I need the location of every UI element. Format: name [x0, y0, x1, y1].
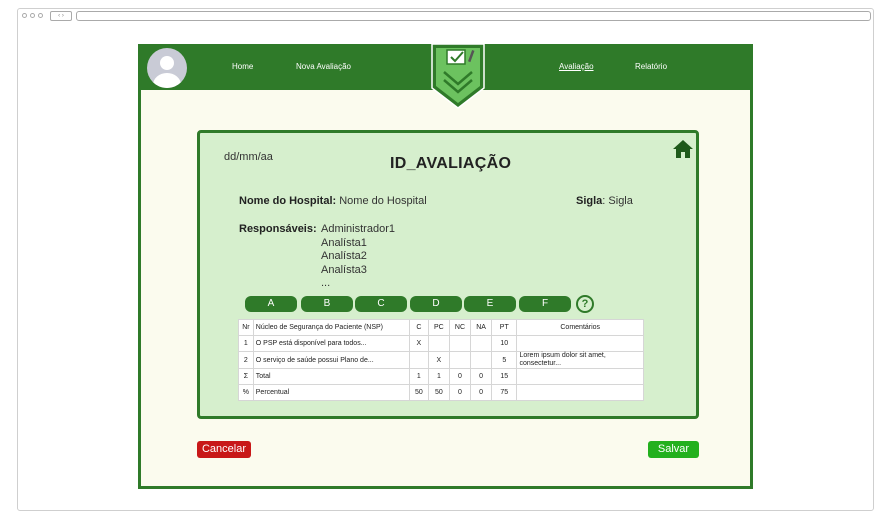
tab-b[interactable]: B: [301, 296, 353, 312]
responsavel-item: Administrador1: [321, 223, 395, 235]
cell-item[interactable]: O serviço de saúde possui Plano de...: [252, 351, 410, 369]
tab-e[interactable]: E: [464, 296, 516, 312]
window-controls: [22, 13, 43, 18]
cell-c: 1: [408, 368, 429, 385]
cell-c: 50: [408, 384, 429, 401]
cell-pt: 5: [491, 351, 518, 369]
table-header-row: Nr Núcleo de Segurança do Paciente (NSP)…: [238, 319, 644, 336]
cell-c[interactable]: [408, 351, 429, 369]
maximize-dot-icon[interactable]: [38, 13, 43, 18]
table-total-row: Σ Total 1 1 0 0 15: [238, 368, 644, 385]
cell-pc[interactable]: [427, 335, 450, 352]
responsaveis-list: Administrador1 Analísta1 Analísta2 Analí…: [321, 223, 395, 291]
responsavel-item-more: ...: [321, 277, 331, 289]
cell-nr: 2: [238, 351, 254, 369]
cell-label: Total: [252, 368, 410, 385]
sigla-label: Sigla: [576, 195, 603, 207]
cell-comment[interactable]: Lorem ipsum dolor sit amet, consectetur.…: [516, 351, 644, 369]
cancel-button[interactable]: Cancelar: [197, 441, 251, 458]
header-nc: NC: [448, 319, 472, 336]
cell-nc[interactable]: [448, 351, 472, 369]
app-frame: Home Nova Avaliação Avaliação Relatório …: [138, 44, 753, 489]
cell-nc: 0: [448, 368, 472, 385]
home-icon[interactable]: [672, 139, 694, 159]
sigla-line: Sigla: Sigla: [576, 195, 633, 207]
cell-item[interactable]: O PSP está disponível para todos...: [252, 335, 410, 352]
sigla-value: : Sigla: [602, 195, 633, 207]
cell-pt: 15: [491, 368, 518, 385]
cell-pt: 75: [491, 384, 518, 401]
cell-comment: [516, 384, 644, 401]
evaluation-title: ID_AVALIAÇÃO: [390, 155, 512, 172]
tab-a[interactable]: A: [245, 296, 297, 312]
header-pt: PT: [491, 319, 518, 336]
evaluation-table: Nr Núcleo de Segurança do Paciente (NSP)…: [238, 319, 644, 401]
cell-na[interactable]: [470, 335, 493, 352]
evaluation-card: dd/mm/aa ID_AVALIAÇÃO Nome do Hospital: …: [197, 130, 699, 419]
cell-na: 0: [470, 368, 493, 385]
cell-pc: 1: [427, 368, 450, 385]
responsavel-item: Analísta1: [321, 236, 367, 249]
checklist-shield-logo-icon: [431, 44, 485, 109]
tab-f[interactable]: F: [519, 296, 571, 312]
cell-pc[interactable]: X: [427, 351, 450, 369]
cell-nr: 1: [238, 335, 254, 352]
header-c: C: [408, 319, 429, 336]
cell-comment[interactable]: [516, 335, 644, 352]
tab-c[interactable]: C: [355, 296, 407, 312]
cell-nc[interactable]: [448, 335, 472, 352]
avatar-head-icon: [160, 56, 174, 70]
header-pc: PC: [427, 319, 450, 336]
header-comentarios: Comentários: [516, 319, 644, 336]
minimize-dot-icon[interactable]: [30, 13, 35, 18]
hospital-value: Nome do Hospital: [339, 195, 427, 207]
nav-nova-avaliacao[interactable]: Nova Avaliação: [296, 62, 351, 71]
cell-pt: 10: [491, 335, 518, 352]
cell-na[interactable]: [470, 351, 493, 369]
responsavel-item: Analísta2: [321, 250, 367, 262]
hospital-line: Nome do Hospital: Nome do Hospital: [239, 195, 427, 207]
responsavel-item: Analísta3: [321, 263, 367, 276]
help-icon[interactable]: ?: [576, 295, 594, 313]
table-row: 1 O PSP está disponível para todos... X …: [238, 335, 644, 352]
cell-symbol: %: [238, 384, 254, 401]
browser-toolbar: ‹ ›: [18, 9, 873, 25]
header-na: NA: [470, 319, 493, 336]
address-bar[interactable]: [76, 11, 871, 21]
cell-c[interactable]: X: [408, 335, 429, 352]
nav-avaliacao[interactable]: Avaliação: [559, 62, 594, 71]
cell-label: Percentual: [252, 384, 410, 401]
cell-symbol: Σ: [238, 368, 254, 385]
evaluation-date: dd/mm/aa: [224, 151, 273, 163]
avatar-body-icon: [153, 73, 181, 88]
responsaveis-label: Responsáveis:: [239, 223, 317, 235]
header-nr: Nr: [238, 319, 254, 336]
cell-pc: 50: [427, 384, 450, 401]
cell-nc: 0: [448, 384, 472, 401]
header-nsp: Núcleo de Segurança do Paciente (NSP): [252, 319, 410, 336]
cell-na: 0: [470, 384, 493, 401]
avatar[interactable]: [147, 48, 187, 88]
nav-home[interactable]: Home: [232, 62, 253, 71]
table-percent-row: % Percentual 50 50 0 0 75: [238, 384, 644, 401]
back-forward-buttons[interactable]: ‹ ›: [50, 11, 72, 21]
nav-relatorio[interactable]: Relatório: [635, 62, 667, 71]
close-dot-icon[interactable]: [22, 13, 27, 18]
tab-d[interactable]: D: [410, 296, 462, 312]
hospital-label: Nome do Hospital:: [239, 195, 337, 207]
table-row: 2 O serviço de saúde possui Plano de... …: [238, 351, 644, 369]
save-button[interactable]: Salvar: [648, 441, 699, 458]
cell-comment: [516, 368, 644, 385]
